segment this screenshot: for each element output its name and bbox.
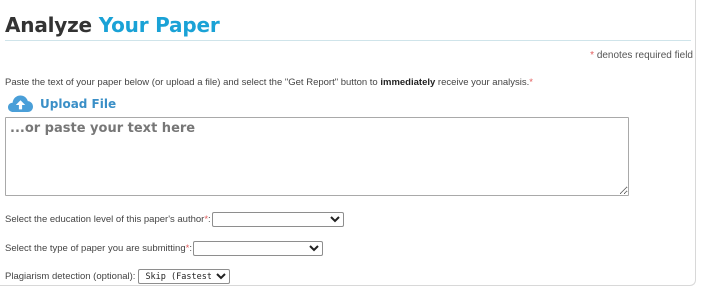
required-field-note: * denotes required field: [590, 50, 693, 61]
education-level-label: Select the education level of this paper…: [5, 214, 205, 225]
title-text: Analyze: [5, 13, 92, 37]
cloud-upload-icon: [7, 94, 34, 113]
instructions-emphasis: immediately: [380, 77, 436, 88]
paper-text-input[interactable]: [5, 117, 629, 196]
paper-type-label: Select the type of paper you are submitt…: [5, 243, 186, 254]
upload-file-label: Upload File: [40, 96, 117, 111]
plagiarism-row: Plagiarism detection (optional): Skip (F…: [5, 269, 231, 284]
label-colon: :: [208, 214, 211, 225]
plagiarism-label: Plagiarism detection (optional):: [5, 271, 136, 282]
page-title: Analyze Your Paper: [5, 12, 220, 38]
required-marker: *: [590, 50, 595, 61]
instructions-before: Paste the text of your paper below (or u…: [5, 77, 381, 88]
education-level-row: Select the education level of this paper…: [5, 212, 344, 227]
title-accent-text: Your Paper: [98, 13, 220, 37]
title-divider: [5, 40, 691, 41]
upload-file-button[interactable]: Upload File: [7, 94, 116, 113]
plagiarism-select[interactable]: Skip (Fastest): [138, 269, 231, 284]
education-level-select[interactable]: [211, 212, 344, 227]
instructions-after: receive your analysis.: [435, 77, 530, 88]
paper-type-select[interactable]: [192, 241, 323, 256]
instructions-text: Paste the text of your paper below (or u…: [5, 77, 533, 88]
label-colon: :: [189, 243, 192, 254]
paper-type-row: Select the type of paper you are submitt…: [5, 241, 323, 256]
required-marker: *: [529, 77, 533, 88]
required-note-text: denotes required field: [596, 50, 693, 61]
